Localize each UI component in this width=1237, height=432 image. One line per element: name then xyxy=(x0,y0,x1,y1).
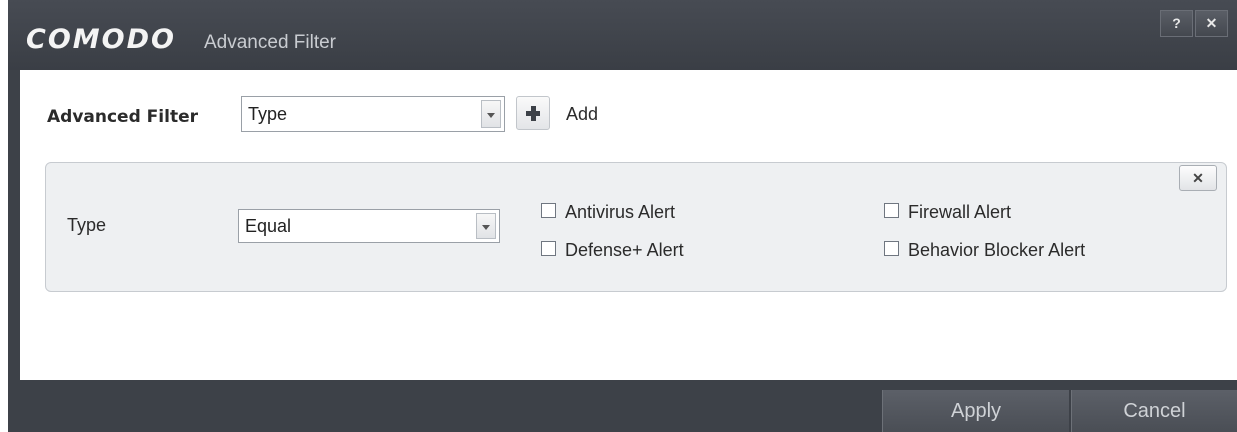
close-icon: ✕ xyxy=(1192,170,1204,186)
checkbox-box[interactable] xyxy=(884,241,899,256)
chevron-down-icon[interactable] xyxy=(481,100,501,128)
checkbox-label: Behavior Blocker Alert xyxy=(908,240,1086,260)
checkbox-label: Antivirus Alert xyxy=(565,202,676,222)
cancel-button[interactable]: Cancel xyxy=(1071,390,1237,432)
window-close-button[interactable]: ✕ xyxy=(1195,10,1228,37)
add-label[interactable]: Add xyxy=(566,103,598,125)
help-button[interactable]: ? xyxy=(1160,10,1193,37)
type-condition-label: Type xyxy=(67,215,107,235)
close-icon: ✕ xyxy=(1205,15,1218,31)
title-bar: COMODO Advanced Filter ? ✕ xyxy=(8,0,1237,70)
checkbox-label: Firewall Alert xyxy=(908,202,1012,222)
comodo-logo: COMODO xyxy=(26,24,176,55)
advanced-filter-label: Advanced Filter xyxy=(47,107,198,127)
checkbox-box[interactable] xyxy=(541,241,556,256)
chevron-down-icon[interactable] xyxy=(476,213,496,239)
type-filter-panel: ✕ Type Equal Antivirus Alert Defense+ Al… xyxy=(45,162,1227,292)
filter-type-value: Type xyxy=(248,104,288,124)
operator-select[interactable]: Equal xyxy=(238,209,500,243)
window-title: Advanced Filter xyxy=(204,32,337,53)
advanced-filter-window: COMODO Advanced Filter ? ✕ Advanced Filt… xyxy=(8,0,1237,432)
filter-type-select[interactable]: Type xyxy=(241,96,505,132)
checkbox-box[interactable] xyxy=(541,203,556,218)
remove-filter-button[interactable]: ✕ xyxy=(1179,165,1217,191)
help-icon: ? xyxy=(1172,15,1181,31)
operator-value: Equal xyxy=(245,216,292,236)
apply-button[interactable]: Apply xyxy=(882,390,1069,432)
filter-content: Advanced Filter Type Add ✕ Type Equal An… xyxy=(20,70,1237,380)
checkbox-box[interactable] xyxy=(884,203,899,218)
checkbox-label: Defense+ Alert xyxy=(565,240,684,260)
add-filter-button[interactable] xyxy=(516,96,550,130)
